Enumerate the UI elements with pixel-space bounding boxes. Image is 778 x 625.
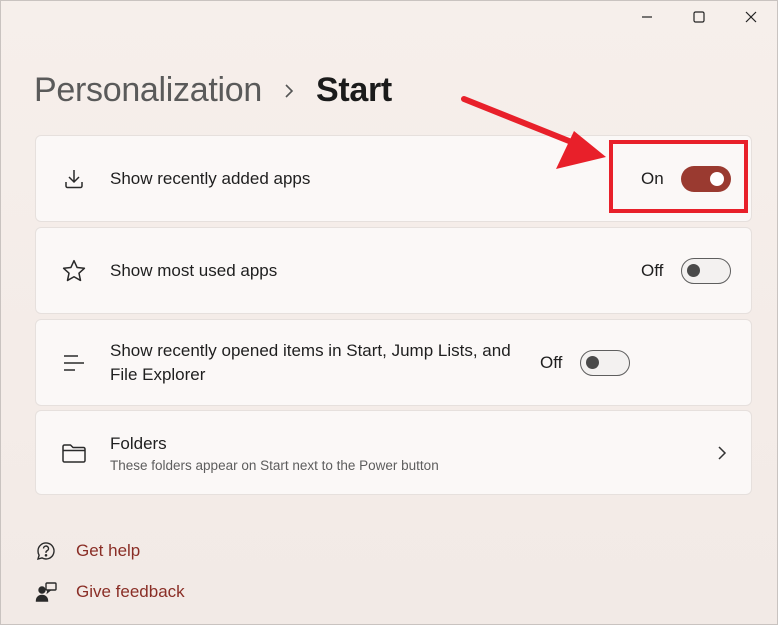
- give-feedback-label: Give feedback: [76, 582, 185, 601]
- titlebar-controls: [621, 1, 777, 33]
- minimize-button[interactable]: [621, 1, 673, 33]
- chevron-right-icon: [717, 445, 727, 461]
- settings-window: Personalization Start Show recently adde…: [0, 0, 778, 625]
- list-icon: [56, 345, 92, 381]
- minimize-icon: [642, 16, 652, 18]
- most-used-apps-toggle[interactable]: [681, 257, 731, 284]
- chevron-right-icon: [284, 83, 294, 99]
- setting-most-used-apps: Show most used apps Off: [35, 227, 752, 314]
- folder-icon: [56, 435, 92, 471]
- get-help-link[interactable]: Get help: [34, 539, 140, 563]
- maximize-icon: [693, 11, 705, 23]
- give-feedback-link[interactable]: Give feedback: [34, 580, 185, 604]
- setting-description: These folders appear on Start next to th…: [110, 458, 439, 473]
- toggle-state-label: Off: [540, 352, 563, 372]
- toggle-state-label: Off: [641, 260, 664, 280]
- recently-opened-items-toggle[interactable]: [580, 349, 630, 376]
- annotation-arrow: [461, 96, 606, 169]
- setting-folders[interactable]: Folders These folders appear on Start ne…: [35, 410, 752, 495]
- close-button[interactable]: [725, 1, 777, 33]
- setting-title: Folders: [110, 434, 167, 453]
- annotation-highlight-box: [609, 140, 748, 213]
- feedback-icon: [34, 580, 58, 604]
- get-help-label: Get help: [76, 541, 141, 560]
- star-icon: [56, 253, 92, 289]
- breadcrumb-parent-link[interactable]: Personalization: [34, 71, 262, 110]
- setting-recently-opened-items: Show recently opened items in Start, Jum…: [35, 319, 752, 406]
- setting-title: Show most used apps: [110, 260, 278, 280]
- help-icon: [34, 539, 58, 563]
- setting-title: Show recently opened items in Start, Jum…: [110, 340, 511, 384]
- page-title: Start: [315, 71, 392, 109]
- close-icon: [745, 11, 757, 23]
- download-icon: [56, 161, 92, 197]
- breadcrumb: Personalization Start: [34, 71, 392, 110]
- maximize-button[interactable]: [673, 1, 725, 33]
